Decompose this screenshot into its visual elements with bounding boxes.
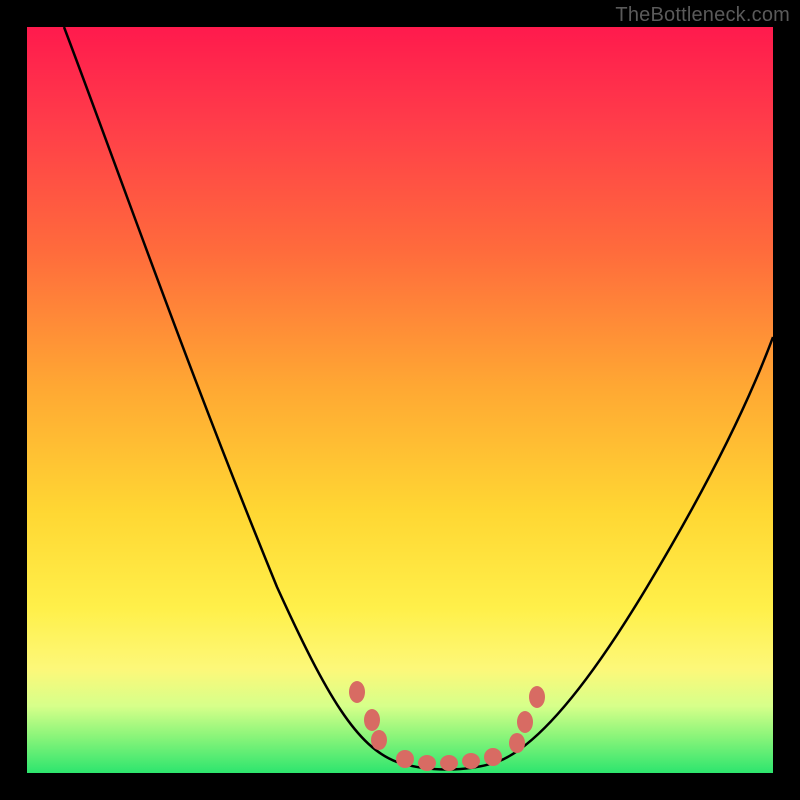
highlight-dots [349,681,545,771]
watermark-text: TheBottleneck.com [615,4,790,27]
curve-overlay [27,27,773,773]
plot-area [27,27,773,773]
bottleneck-curve [64,27,773,770]
chart-frame: TheBottleneck.com [0,0,800,800]
